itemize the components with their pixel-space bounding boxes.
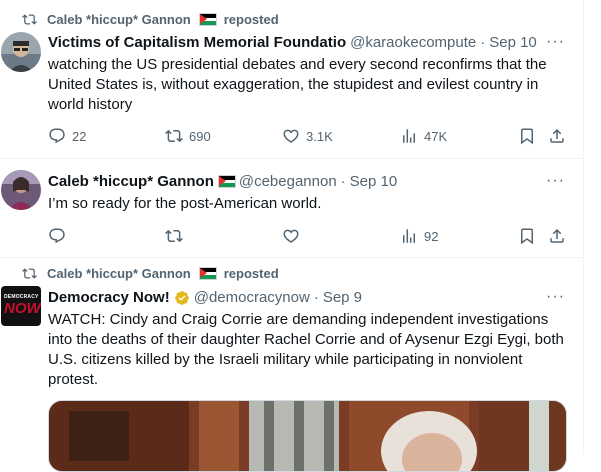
divider — [0, 158, 583, 159]
views-button[interactable]: 92 — [400, 227, 438, 245]
like-button[interactable]: 3.1K — [282, 127, 333, 145]
repost-count: 690 — [189, 128, 211, 144]
palestine-flag-icon — [198, 267, 217, 280]
palestine-flag-icon — [217, 175, 236, 188]
separator-dot: · — [313, 289, 319, 306]
avatar[interactable]: DEMOCRACY NOW! — [1, 286, 41, 326]
reply-button[interactable]: 22 — [48, 127, 86, 145]
reply-button[interactable] — [48, 227, 72, 245]
palestine-flag-icon — [198, 13, 217, 26]
author-handle[interactable]: @karaokecompute — [350, 34, 476, 51]
bookmark-icon — [521, 228, 533, 245]
bookmark-button[interactable] — [518, 227, 536, 245]
verified-badge-icon — [174, 290, 189, 305]
share-button[interactable] — [548, 127, 566, 145]
heart-icon — [283, 229, 299, 243]
repost-button[interactable]: 690 — [165, 127, 211, 145]
reply-icon — [49, 128, 65, 144]
tweet-actions: 92 — [48, 227, 568, 247]
repost-suffix: reposted — [223, 266, 279, 281]
view-count: 92 — [424, 228, 439, 244]
avatar[interactable] — [1, 170, 41, 210]
tweet-header: Caleb *hiccup* Gannon @cebegannon · Sep … — [48, 173, 568, 190]
tweet-date[interactable]: Sep 9 — [323, 289, 362, 306]
author-name[interactable]: Victims of Capitalism Memorial Foundatio — [48, 34, 346, 51]
more-options-icon[interactable]: ··· — [546, 33, 565, 51]
share-icon — [550, 228, 564, 243]
views-button[interactable]: 47K — [400, 127, 447, 145]
repost-user-name[interactable]: Caleb *hiccup* Gannon — [47, 12, 191, 27]
repost-indicator: Caleb *hiccup* Gannon reposted — [22, 266, 279, 281]
like-count: 3.1K — [306, 128, 333, 144]
repost-indicator: Caleb *hiccup* Gannon reposted — [22, 12, 279, 27]
repost-user-name[interactable]: Caleb *hiccup* Gannon — [47, 266, 191, 281]
tweet-header: Democracy Now! @democracynow · Sep 9 — [48, 289, 568, 306]
author-name[interactable]: Caleb *hiccup* Gannon — [48, 173, 214, 190]
divider — [0, 257, 583, 258]
share-button[interactable] — [548, 227, 566, 245]
view-count: 47K — [424, 128, 448, 144]
bookmark-button[interactable] — [518, 127, 536, 145]
tweet-text: WATCH: Cindy and Craig Corrie are demand… — [48, 311, 564, 388]
separator-dot: · — [340, 173, 346, 190]
video-thumbnail[interactable] — [48, 400, 567, 472]
more-options-icon[interactable]: ··· — [546, 172, 565, 190]
tweet-actions: 22 690 3.1K 47K — [48, 127, 568, 147]
share-icon — [550, 128, 564, 143]
repost-suffix: reposted — [223, 12, 279, 27]
tweet-date[interactable]: Sep 10 — [489, 34, 537, 51]
repost-icon — [165, 129, 183, 143]
avatar-logo-text-bottom: NOW! — [4, 300, 41, 317]
video-frame-image — [49, 401, 566, 471]
author-name[interactable]: Democracy Now! — [48, 289, 170, 306]
repost-icon — [22, 268, 37, 279]
heart-icon — [283, 129, 299, 143]
analytics-icon — [403, 229, 415, 243]
timeline-feed: Caleb *hiccup* Gannon reposted Victims o… — [0, 0, 584, 472]
more-options-icon[interactable]: ··· — [546, 288, 565, 306]
bookmark-icon — [521, 128, 533, 145]
repost-icon — [165, 229, 183, 243]
tweet-text: watching the US presidential debates and… — [48, 56, 547, 113]
author-handle[interactable]: @cebegannon — [239, 173, 337, 190]
separator-dot: · — [480, 34, 486, 51]
tweet-header: Victims of Capitalism Memorial Foundatio… — [48, 34, 568, 51]
tweet-text: I’m so ready for the post-American world… — [48, 195, 322, 212]
analytics-icon — [403, 129, 415, 143]
like-button[interactable] — [282, 227, 306, 245]
reply-count: 22 — [72, 128, 87, 144]
repost-icon — [22, 14, 37, 25]
reply-icon — [49, 228, 65, 244]
repost-button[interactable] — [165, 227, 189, 245]
tweet-date[interactable]: Sep 10 — [350, 173, 398, 190]
author-handle[interactable]: @democracynow — [194, 289, 310, 306]
avatar[interactable] — [1, 32, 41, 72]
